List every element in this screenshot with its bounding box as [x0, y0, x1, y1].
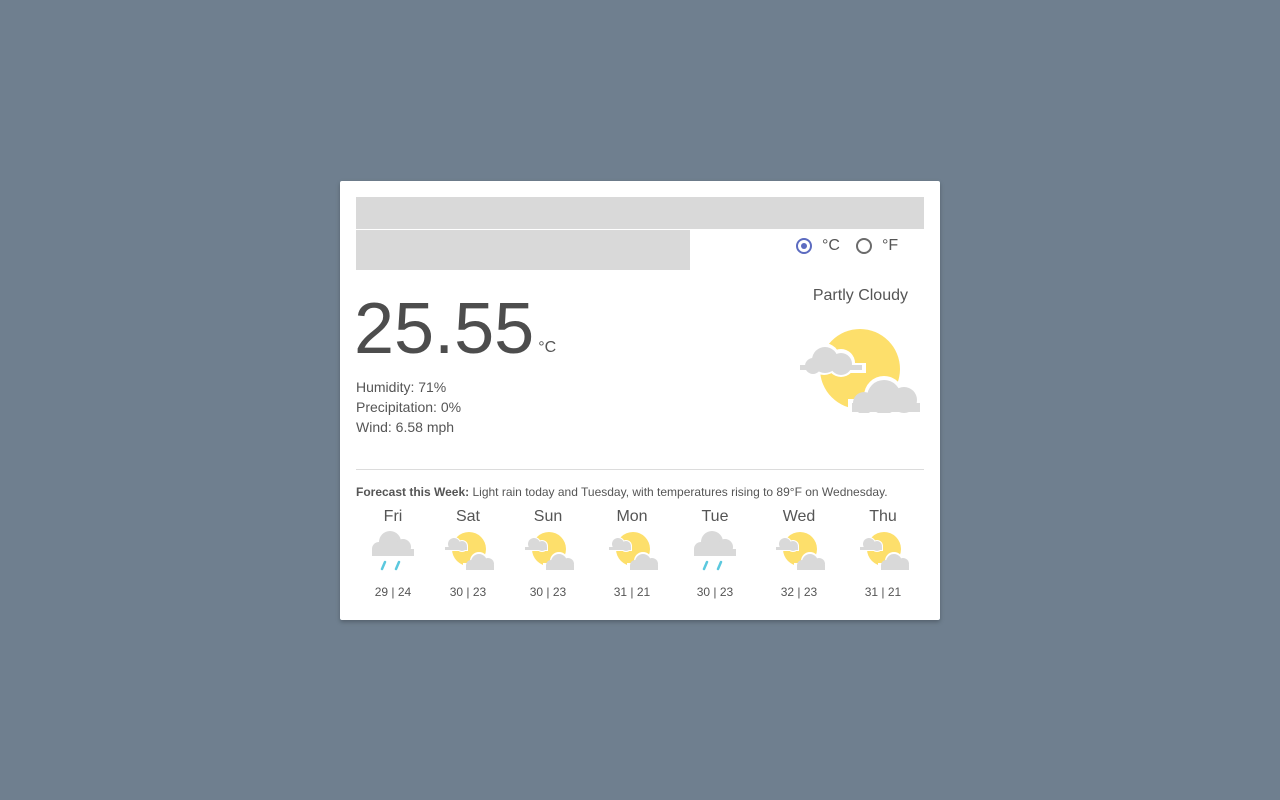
day-temps: 29 | 24: [374, 585, 412, 599]
forecast-summary: Forecast this Week: Light rain today and…: [356, 485, 888, 499]
day-name: Wed: [782, 508, 816, 525]
temperature-value: 25.55: [354, 289, 535, 369]
partly-cloudy-icon: [775, 532, 825, 571]
weather-details: Humidity: 71% Precipitation: 0% Wind: 6.…: [356, 377, 461, 437]
day-temps: 31 | 21: [613, 585, 651, 599]
partly-cloudy-icon: [608, 532, 658, 571]
temperature-unit: °C: [538, 339, 557, 356]
celsius-radio[interactable]: [796, 238, 812, 254]
weather-card: °C °F 25.55 °C Humidity: 71% Precipitati…: [340, 181, 940, 620]
location-placeholder: [356, 197, 924, 229]
forecast-day: Tue 30 | 23: [677, 507, 753, 599]
day-temps: 31 | 21: [864, 585, 902, 599]
partly-cloudy-icon: [444, 532, 494, 571]
partly-cloudy-icon: [524, 532, 574, 571]
divider: [356, 469, 924, 470]
precipitation-text: Precipitation: 0%: [356, 399, 462, 415]
humidity-text: Humidity: 71%: [356, 379, 447, 395]
celsius-label: °C: [822, 237, 840, 254]
fahrenheit-option[interactable]: °F: [855, 237, 899, 255]
unit-toggle: °C °F: [796, 234, 914, 258]
day-temps: 30 | 23: [529, 585, 567, 599]
partly-cloudy-icon: [859, 532, 909, 571]
forecast-day: Sun 30 | 23: [510, 507, 586, 599]
day-name: Fri: [383, 508, 403, 525]
celsius-option[interactable]: °C: [796, 237, 840, 255]
forecast-day: Wed 32 | 23: [761, 507, 837, 599]
fahrenheit-label: °F: [881, 237, 899, 254]
forecast-days: Fri 29 | 24 Sat 30 | 23 Sun 30 | 23 Mon …: [356, 507, 924, 603]
day-temps: 32 | 23: [780, 585, 818, 599]
day-temps: 30 | 23: [449, 585, 487, 599]
current-temperature: 25.55 °C: [354, 289, 556, 369]
forecast-label: Forecast this Week:: [356, 485, 470, 499]
fahrenheit-radio[interactable]: [855, 238, 872, 254]
wind-text: Wind: 6.58 mph: [356, 419, 455, 435]
forecast-day: Fri 29 | 24: [355, 507, 431, 599]
day-name: Mon: [616, 508, 648, 525]
day-name: Tue: [701, 508, 729, 525]
forecast-day: Sat 30 | 23: [430, 507, 506, 599]
forecast-day: Thu 31 | 21: [845, 507, 921, 599]
date-placeholder: [356, 230, 690, 270]
partly-cloudy-icon: [798, 329, 922, 413]
day-name: Sat: [455, 508, 480, 525]
condition-text: Partly Cloudy: [812, 287, 908, 304]
day-temps: 30 | 23: [696, 585, 734, 599]
forecast-day: Mon 31 | 21: [594, 507, 670, 599]
day-name: Thu: [869, 508, 897, 525]
day-name: Sun: [533, 508, 563, 525]
rain-icon: [372, 531, 414, 571]
rain-icon: [694, 531, 736, 571]
forecast-summary-text: Light rain today and Tuesday, with tempe…: [469, 485, 888, 499]
